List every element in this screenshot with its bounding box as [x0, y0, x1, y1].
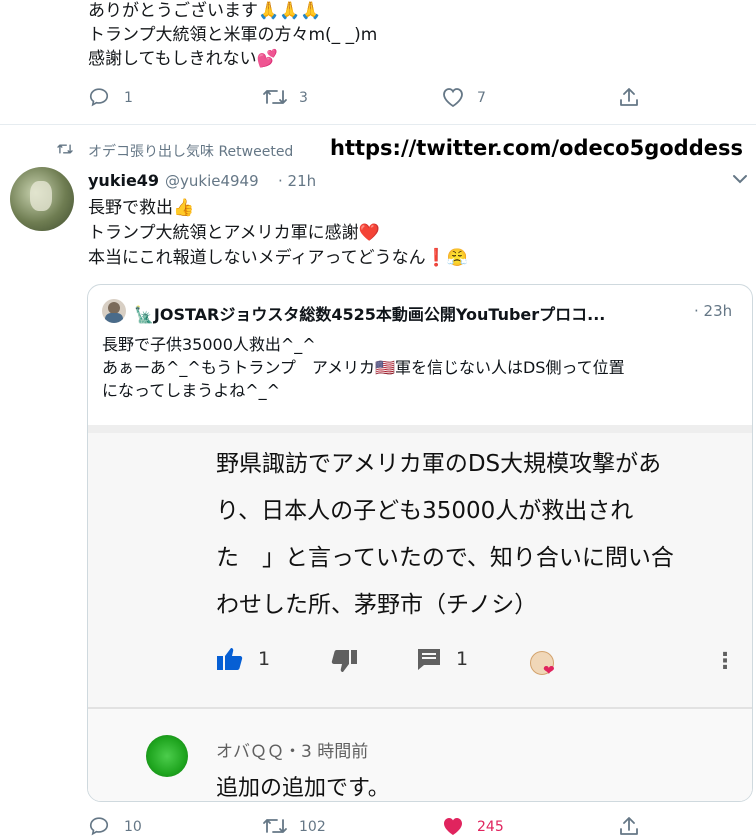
thumbs-up-icon — [216, 647, 244, 671]
tweet-text-line: ありがとうございます🙏🙏🙏 — [88, 1, 322, 21]
reply-icon[interactable] — [88, 815, 110, 837]
yt-like: 1 — [216, 647, 270, 671]
tweet-text-line: 感謝してもしきれない💕 — [88, 49, 278, 69]
tweet-text-line: 長野で救出👍 — [88, 198, 195, 218]
timestamp[interactable]: · 21h — [278, 172, 316, 190]
media-comment-text: 野県諏訪でアメリカ軍のDS大規模攻撃があ り、日本人の子ども35000人が救出さ… — [216, 441, 716, 629]
media-top-strip — [88, 425, 752, 433]
display-name[interactable]: yukie49 — [88, 171, 159, 190]
like-icon[interactable] — [441, 86, 465, 108]
reply-count: 10 — [124, 819, 142, 835]
reply-count: 1 — [124, 90, 133, 106]
like-count: 7 — [477, 90, 486, 106]
tweet-text-line: トランプ大統領とアメリカ軍に感謝❤️ — [88, 223, 380, 243]
quoted-tweet[interactable]: 🗽JOSTARジョウスタ総数4525本動画公開YouTuberプロコ... · … — [87, 284, 753, 802]
retweet-icon[interactable] — [262, 86, 288, 108]
tweet-divider — [0, 124, 756, 125]
retweet-icon[interactable] — [262, 815, 288, 837]
media-text-line: 野県諏訪でアメリカ軍のDS大規模攻撃があ — [216, 451, 662, 477]
quote-media-image[interactable]: 野県諏訪でアメリカ軍のDS大規模攻撃があ り、日本人の子ども35000人が救出さ… — [88, 425, 752, 801]
quote-text-line: になってしまうよね^_^ — [102, 381, 281, 400]
reply-author-meta: オバＱＱ・3 時間前 — [216, 742, 369, 762]
share-icon[interactable] — [618, 86, 640, 108]
like-count: 245 — [477, 819, 504, 835]
media-text-line: た 」と言っていたので、知り合いに問い合 — [216, 545, 674, 571]
avatar[interactable] — [10, 167, 74, 231]
thumbs-down-icon — [330, 649, 358, 673]
media-text-line: り、日本人の子ども35000人が救出され — [216, 498, 634, 524]
like-icon-liked[interactable] — [441, 815, 465, 837]
source-url-overlay: https://twitter.com/odeco5goddess — [330, 136, 743, 160]
media-text-line: わせした所、茅野市（チノシ） — [216, 592, 538, 618]
quote-text-line: 長野で子供35000人救出^_^ — [102, 335, 316, 354]
retweeted-icon — [56, 142, 74, 156]
creator-heart-avatar: ❤ — [528, 649, 558, 679]
reply-author-avatar — [146, 735, 188, 777]
quote-avatar — [102, 299, 126, 323]
tweet-text-line: 本当にこれ報道しないメディアってどうなん❗😤 — [88, 248, 468, 268]
retweeted-by-label[interactable]: オデコ張り出し気味 Retweeted — [88, 141, 293, 161]
reply-text: 追加の追加です。 — [216, 776, 390, 801]
quote-display-name: 🗽JOSTARジョウスタ総数4525本動画公開YouTuberプロコ... — [134, 305, 606, 324]
quote-text-line: あぁーあ^_^もうトランプ アメリカ🇺🇸軍を信じない人はDS側って位置 — [102, 358, 625, 377]
comment-icon — [416, 647, 442, 671]
yt-like-count: 1 — [258, 648, 271, 670]
retweet-count: 3 — [299, 90, 308, 106]
share-icon[interactable] — [618, 815, 640, 837]
reply-icon[interactable] — [88, 86, 110, 108]
handle[interactable]: @yukie4949 — [165, 172, 259, 190]
retweet-count: 102 — [299, 819, 326, 835]
tweet-text-line: トランプ大統領と米軍の方々m(_ _)m — [88, 25, 378, 45]
yt-reply-count: 1 — [456, 648, 469, 670]
yt-reply: 1 — [416, 647, 468, 671]
quote-timestamp: · 23h — [694, 302, 733, 320]
more-vertical-icon: ⋮ — [714, 649, 736, 674]
chevron-down-icon[interactable] — [731, 172, 749, 186]
